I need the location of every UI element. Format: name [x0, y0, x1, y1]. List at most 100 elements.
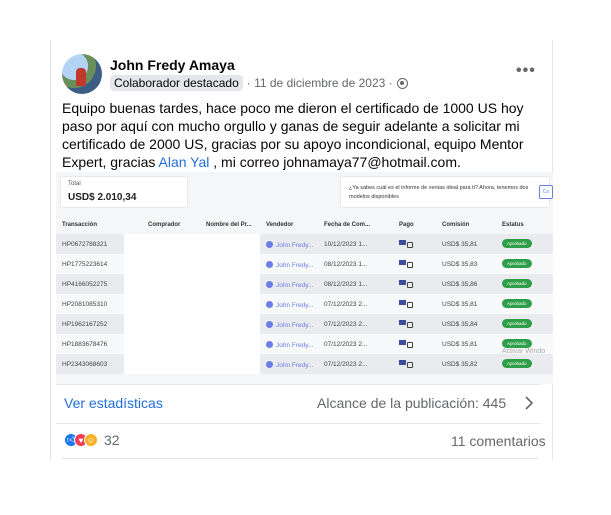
- status-badge: Aprobado: [502, 359, 532, 368]
- transaction-id: HP1775223614: [62, 261, 108, 268]
- view-stats-link[interactable]: Ver estadísticas: [64, 395, 163, 411]
- col-status: Estatus: [502, 222, 524, 228]
- commission: USD$ 35,84: [442, 321, 478, 328]
- transaction-id: HP1883678476: [62, 341, 108, 348]
- payment-icon: [399, 319, 415, 329]
- post-image-sales-report[interactable]: Total USD$ 2.010,34 ¿Ya sabes cuál es el…: [56, 172, 553, 384]
- purchase-date: 07/12/2023 2...: [324, 301, 368, 308]
- vendor-name: John Fredy...: [276, 282, 314, 289]
- total-label: Total: [68, 181, 81, 187]
- post-meta: Colaborador destacado · 11 de diciembre …: [110, 75, 408, 91]
- payment-icon: [399, 239, 415, 249]
- col-product: Nombre del Pr...: [206, 222, 252, 228]
- contributor-badge[interactable]: Colaborador destacado: [110, 75, 243, 91]
- vendor-icon: [266, 241, 273, 248]
- mention-link[interactable]: Alan Yal: [159, 154, 210, 170]
- table-row: HP1883678476 John Fredy... 07/12/2023 2...…: [56, 334, 553, 354]
- transaction-id: HP2343068603: [62, 361, 108, 368]
- post-text: Equipo buenas tardes, hace poco me diero…: [62, 99, 542, 171]
- table-row: HP4166052275 John Fredy... 08/12/2023 1...…: [56, 274, 553, 294]
- vendor-name: John Fredy...: [276, 342, 314, 349]
- post-header: John Fredy Amaya Colaborador destacado ·…: [62, 54, 542, 94]
- vendor-cell: John Fredy...: [266, 261, 313, 269]
- transaction-id: HP4166052275: [62, 281, 108, 288]
- transaction-id: HP0672788321: [62, 241, 108, 248]
- vendor-icon: [266, 341, 273, 348]
- table-row: HP1775223614 John Fredy... 08/12/2023 1...…: [56, 254, 553, 274]
- purchase-date: 07/12/2023 2...: [324, 361, 368, 368]
- redacted-cells: [124, 234, 260, 254]
- divider: [56, 423, 541, 424]
- avatar[interactable]: [62, 54, 102, 94]
- watermark: Activar Windo: [502, 348, 546, 355]
- redacted-cells: [124, 274, 260, 294]
- vendor-cell: John Fredy...: [266, 241, 313, 249]
- post-reach[interactable]: Alcance de la publicación: 445: [317, 395, 506, 411]
- vendor-cell: John Fredy...: [266, 361, 313, 369]
- purchase-date: 08/12/2023 1...: [324, 261, 368, 268]
- col-buyer: Comprador: [148, 222, 181, 228]
- status-badge: Aprobado: [502, 339, 532, 348]
- more-icon[interactable]: •••: [516, 62, 536, 80]
- col-date: Fecha de Com...: [324, 222, 371, 228]
- table-row: HP0672788321 John Fredy... 10/12/2023 1...…: [56, 234, 553, 254]
- redacted-cells: [124, 294, 260, 314]
- redacted-cells: [124, 314, 260, 334]
- table-header: Transacción Comprador Nombre del Pr... V…: [56, 218, 553, 232]
- vendor-name: John Fredy...: [276, 362, 314, 369]
- transaction-id: HP2081085310: [62, 301, 108, 308]
- comments-count[interactable]: 11 comentarios: [451, 433, 546, 449]
- vendor-cell: John Fredy...: [266, 301, 313, 309]
- vendor-cell: John Fredy...: [266, 281, 313, 289]
- total-box: Total USD$ 2.010,34: [60, 176, 188, 208]
- commission: USD$ 35,81: [442, 341, 478, 348]
- divider: [62, 458, 538, 459]
- col-transaction: Transacción: [62, 222, 98, 228]
- reaction-count: 32: [104, 432, 120, 448]
- vendor-name: John Fredy...: [276, 242, 314, 249]
- globe-icon: [396, 77, 408, 89]
- payment-icon: [399, 279, 415, 289]
- vendor-name: John Fredy...: [276, 262, 314, 269]
- status-badge: Aprobado: [502, 299, 532, 308]
- info-text: ¿Ya sabes cuál es el informe de ventas i…: [349, 185, 529, 200]
- vendor-cell: John Fredy...: [266, 341, 313, 349]
- status-badge: Aprobado: [502, 319, 532, 328]
- vendor-icon: [266, 261, 273, 268]
- status-badge: Aprobado: [502, 279, 532, 288]
- commission: USD$ 35,83: [442, 261, 478, 268]
- vendor-icon: [266, 321, 273, 328]
- vendor-icon: [266, 361, 273, 368]
- vendor-name: John Fredy...: [276, 322, 314, 329]
- redacted-cells: [124, 334, 260, 354]
- total-value: USD$ 2.010,34: [68, 192, 137, 203]
- commission: USD$ 35,81: [442, 241, 478, 248]
- redacted-cells: [124, 354, 260, 374]
- author-name[interactable]: John Fredy Amaya: [110, 57, 235, 73]
- info-button: Co: [539, 185, 553, 199]
- table-row: HP2081085310 John Fredy... 07/12/2023 2...…: [56, 294, 553, 314]
- purchase-date: 07/12/2023 2...: [324, 341, 368, 348]
- reactions-summary[interactable]: 👍︎ ♥ ☺ 32: [64, 432, 120, 448]
- divider: [56, 384, 541, 385]
- transaction-id: HP1962167252: [62, 321, 108, 328]
- payment-icon: [399, 299, 415, 309]
- commission: USD$ 35,82: [442, 361, 478, 368]
- purchase-date: 07/12/2023 2...: [324, 321, 368, 328]
- vendor-cell: John Fredy...: [266, 321, 313, 329]
- commission: USD$ 35,81: [442, 301, 478, 308]
- status-badge: Aprobado: [502, 239, 532, 248]
- care-icon: ☺: [84, 433, 98, 447]
- post-date[interactable]: · 11 de diciembre de 2023 ·: [247, 76, 393, 90]
- payment-icon: [399, 359, 415, 369]
- col-payment: Pago: [399, 222, 414, 228]
- table-row: HP2343068603 John Fredy... 07/12/2023 2...…: [56, 354, 553, 374]
- purchase-date: 08/12/2023 1...: [324, 281, 368, 288]
- table-row: HP1962167252 John Fredy... 07/12/2023 2...…: [56, 314, 553, 334]
- vendor-icon: [266, 301, 273, 308]
- chevron-right-icon[interactable]: [524, 396, 534, 410]
- col-vendor: Vendedor: [266, 222, 294, 228]
- commission: USD$ 35,86: [442, 281, 478, 288]
- payment-icon: [399, 339, 415, 349]
- purchase-date: 10/12/2023 1...: [324, 241, 368, 248]
